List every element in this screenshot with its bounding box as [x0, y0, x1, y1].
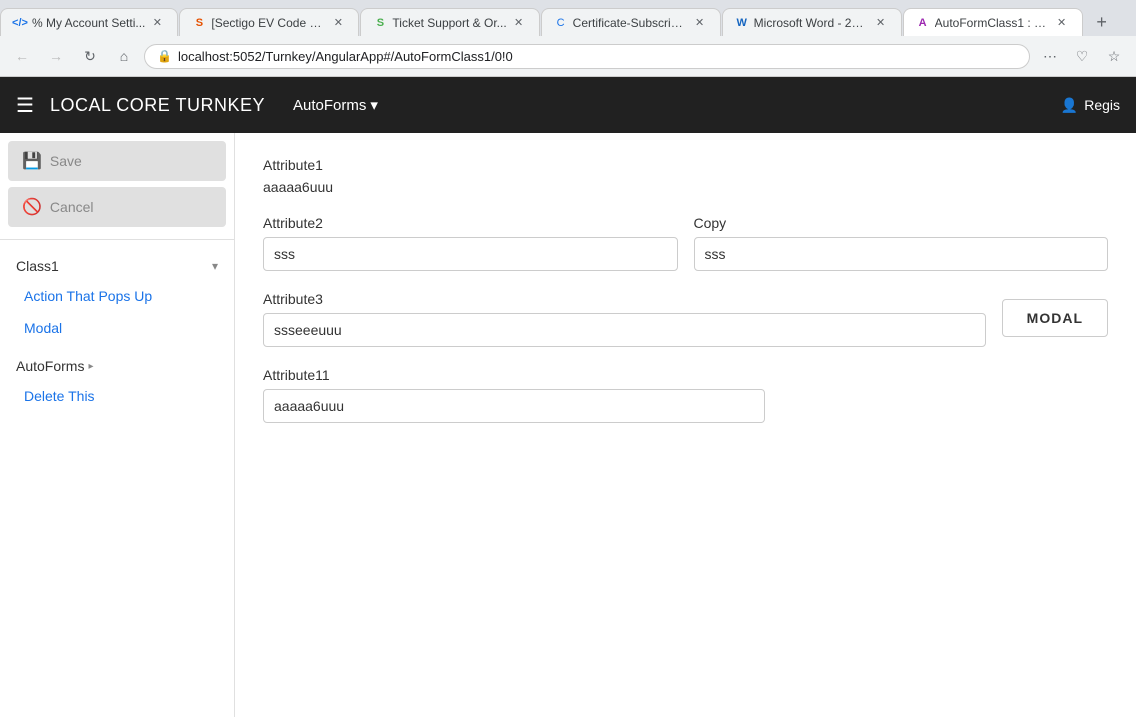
hamburger-icon[interactable]: ☰: [16, 93, 34, 118]
back-button[interactable]: ←: [8, 42, 36, 70]
attribute3-label: Attribute3: [263, 291, 986, 307]
autoforms-nav-arrow: ▾: [370, 96, 378, 114]
tab-word[interactable]: W Microsoft Word - 2018-1... ✕: [722, 8, 902, 36]
autoforms-subgroup-arrow: ▸: [88, 361, 93, 372]
attribute11-row: Attribute11: [263, 367, 1108, 423]
content-area: Attribute1 aaaaa6uuu Attribute2 Copy Att…: [235, 133, 1136, 717]
tab-autoform[interactable]: A AutoFormClass1 : Cl... ✕: [903, 8, 1083, 36]
attribute1-row: Attribute1 aaaaa6uuu: [263, 157, 1108, 195]
attribute3-col: Attribute3: [263, 291, 986, 347]
main-layout: 💾 Save 🚫 Cancel Class1 ▾ Action That Pop…: [0, 133, 1136, 717]
tab-close-4[interactable]: ✕: [692, 15, 708, 31]
cancel-button[interactable]: 🚫 Cancel: [8, 187, 226, 227]
attribute3-input[interactable]: [263, 313, 986, 347]
home-button[interactable]: ⌂: [110, 42, 138, 70]
cancel-icon: 🚫: [22, 197, 42, 217]
action-popup-label: Action That Pops Up: [24, 288, 152, 304]
attribute2-col: Attribute2: [263, 215, 678, 271]
delete-label: Delete This: [24, 388, 95, 404]
modal-button-label: MODAL: [1027, 310, 1083, 326]
attribute1-label: Attribute1: [263, 157, 1108, 173]
save-icon: 💾: [22, 151, 42, 171]
attribute2-label: Attribute2: [263, 215, 678, 231]
browser-chrome: </> % My Account Setti... ✕ S [Sectigo E…: [0, 0, 1136, 77]
tab-ticket[interactable]: S Ticket Support & Or... ✕: [360, 8, 539, 36]
sidebar-item-delete[interactable]: Delete This: [8, 380, 226, 412]
user-area: 👤 Regis: [1061, 97, 1120, 114]
more-button[interactable]: ⋯: [1036, 42, 1064, 70]
autoforms-nav-menu[interactable]: AutoForms ▾: [281, 90, 390, 120]
bookmark-icon[interactable]: ♡: [1068, 42, 1096, 70]
modal-label: Modal: [24, 320, 62, 336]
class1-label: Class1: [16, 258, 59, 274]
tab-close-6[interactable]: ✕: [1054, 15, 1070, 31]
tab-label-3: Ticket Support & Or...: [392, 16, 506, 30]
app: ☰ LOCAL CORE TURNKEY AutoForms ▾ 👤 Regis…: [0, 77, 1136, 717]
tab-label-2: [Sectigo EV Code Signin...: [211, 16, 326, 30]
tab-label-5: Microsoft Word - 2018-1...: [754, 16, 869, 30]
forward-button[interactable]: →: [42, 42, 70, 70]
autoforms-subgroup-label: AutoForms: [16, 358, 84, 374]
new-tab-button[interactable]: +: [1088, 8, 1116, 36]
sidebar: 💾 Save 🚫 Cancel Class1 ▾ Action That Pop…: [0, 133, 235, 717]
app-title: LOCAL CORE TURNKEY: [50, 95, 265, 116]
tab-my-account[interactable]: </> % My Account Setti... ✕: [0, 8, 178, 36]
tab-close-3[interactable]: ✕: [511, 15, 527, 31]
tab-icon-2: S: [192, 16, 206, 30]
modal-button[interactable]: MODAL: [1002, 299, 1108, 337]
autoforms-nav-label: AutoForms: [293, 97, 366, 114]
sidebar-actions: 💾 Save 🚫 Cancel: [0, 133, 234, 235]
tab-close-1[interactable]: ✕: [149, 15, 165, 31]
sidebar-item-modal[interactable]: Modal: [8, 312, 226, 344]
sidebar-class1-section: Class1 ▾ Action That Pops Up Modal: [0, 244, 234, 344]
class1-header[interactable]: Class1 ▾: [8, 252, 226, 280]
refresh-button[interactable]: ↻: [76, 42, 104, 70]
tab-bar: </> % My Account Setti... ✕ S [Sectigo E…: [0, 0, 1136, 36]
address-bar: ← → ↻ ⌂ 🔒 localhost:5052/Turnkey/Angular…: [0, 36, 1136, 76]
save-button[interactable]: 💾 Save: [8, 141, 226, 181]
copy-col: Copy: [694, 215, 1109, 271]
tab-label-1: % My Account Setti...: [32, 16, 145, 30]
attribute11-input[interactable]: [263, 389, 765, 423]
sidebar-item-action-popup[interactable]: Action That Pops Up: [8, 280, 226, 312]
browser-actions: ⋯ ♡ ☆: [1036, 42, 1128, 70]
tab-icon-4: C: [554, 16, 568, 30]
cancel-label: Cancel: [50, 199, 94, 215]
tab-label-6: AutoFormClass1 : Cl...: [935, 16, 1050, 30]
tab-icon-5: W: [735, 16, 749, 30]
copy-label: Copy: [694, 215, 1109, 231]
tab-icon-1: </>: [13, 16, 27, 30]
tab-certificate[interactable]: C Certificate-Subscriber-A... ✕: [541, 8, 721, 36]
url-bar[interactable]: 🔒 localhost:5052/Turnkey/AngularApp#/Aut…: [144, 44, 1030, 69]
tab-icon-6: A: [916, 16, 930, 30]
tab-label-4: Certificate-Subscriber-A...: [573, 16, 688, 30]
star-icon[interactable]: ☆: [1100, 42, 1128, 70]
sidebar-divider: [0, 239, 234, 240]
autoforms-subgroup-header[interactable]: AutoForms ▸: [8, 352, 226, 380]
tab-close-5[interactable]: ✕: [873, 15, 889, 31]
user-label: Regis: [1084, 97, 1120, 113]
lock-icon: 🔒: [157, 49, 172, 63]
attribute3-row: Attribute3 MODAL: [263, 291, 1108, 347]
top-nav: ☰ LOCAL CORE TURNKEY AutoForms ▾ 👤 Regis: [0, 77, 1136, 133]
sidebar-autoforms-subgroup: AutoForms ▸ Delete This: [0, 344, 234, 412]
tab-close-2[interactable]: ✕: [330, 15, 346, 31]
attribute2-input[interactable]: [263, 237, 678, 271]
attribute2-row: Attribute2 Copy: [263, 215, 1108, 271]
url-text: localhost:5052/Turnkey/AngularApp#/AutoF…: [178, 49, 513, 64]
class1-arrow: ▾: [212, 259, 218, 273]
modal-btn-col: MODAL: [1002, 299, 1108, 339]
tab-icon-3: S: [373, 16, 387, 30]
copy-input[interactable]: [694, 237, 1109, 271]
attribute1-value: aaaaa6uuu: [263, 179, 1108, 195]
save-label: Save: [50, 153, 82, 169]
user-icon: 👤: [1061, 97, 1078, 114]
tab-sectigo[interactable]: S [Sectigo EV Code Signin... ✕: [179, 8, 359, 36]
attribute11-label: Attribute11: [263, 367, 1108, 383]
